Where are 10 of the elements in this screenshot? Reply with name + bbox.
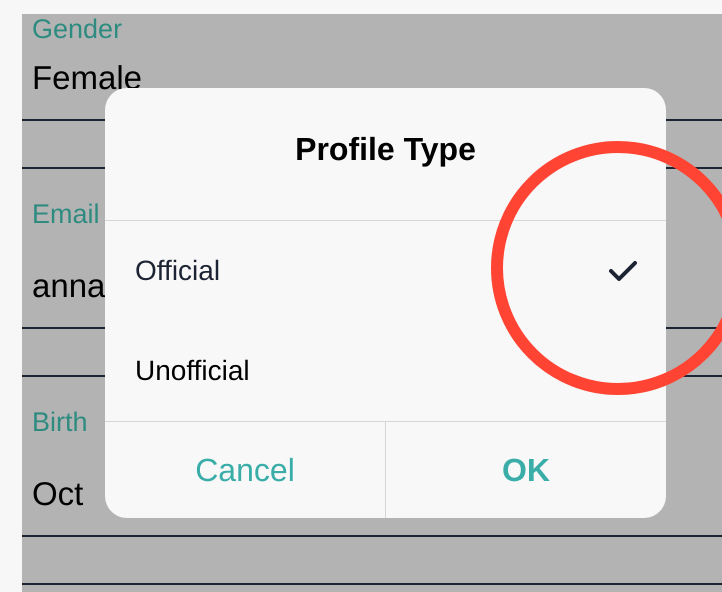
dialog-title: Profile Type xyxy=(295,130,476,168)
field-value[interactable]: Female xyxy=(32,48,142,108)
field-value[interactable]: Oct xyxy=(32,464,84,524)
option-label: Official xyxy=(135,255,220,287)
checkmark-icon xyxy=(608,259,638,283)
field-label: Email xyxy=(32,198,100,231)
field-value[interactable]: anna xyxy=(32,256,106,316)
field-label: Birth xyxy=(32,406,88,439)
option-label: Unofficial xyxy=(135,355,250,387)
field-label: Gender xyxy=(32,14,122,44)
